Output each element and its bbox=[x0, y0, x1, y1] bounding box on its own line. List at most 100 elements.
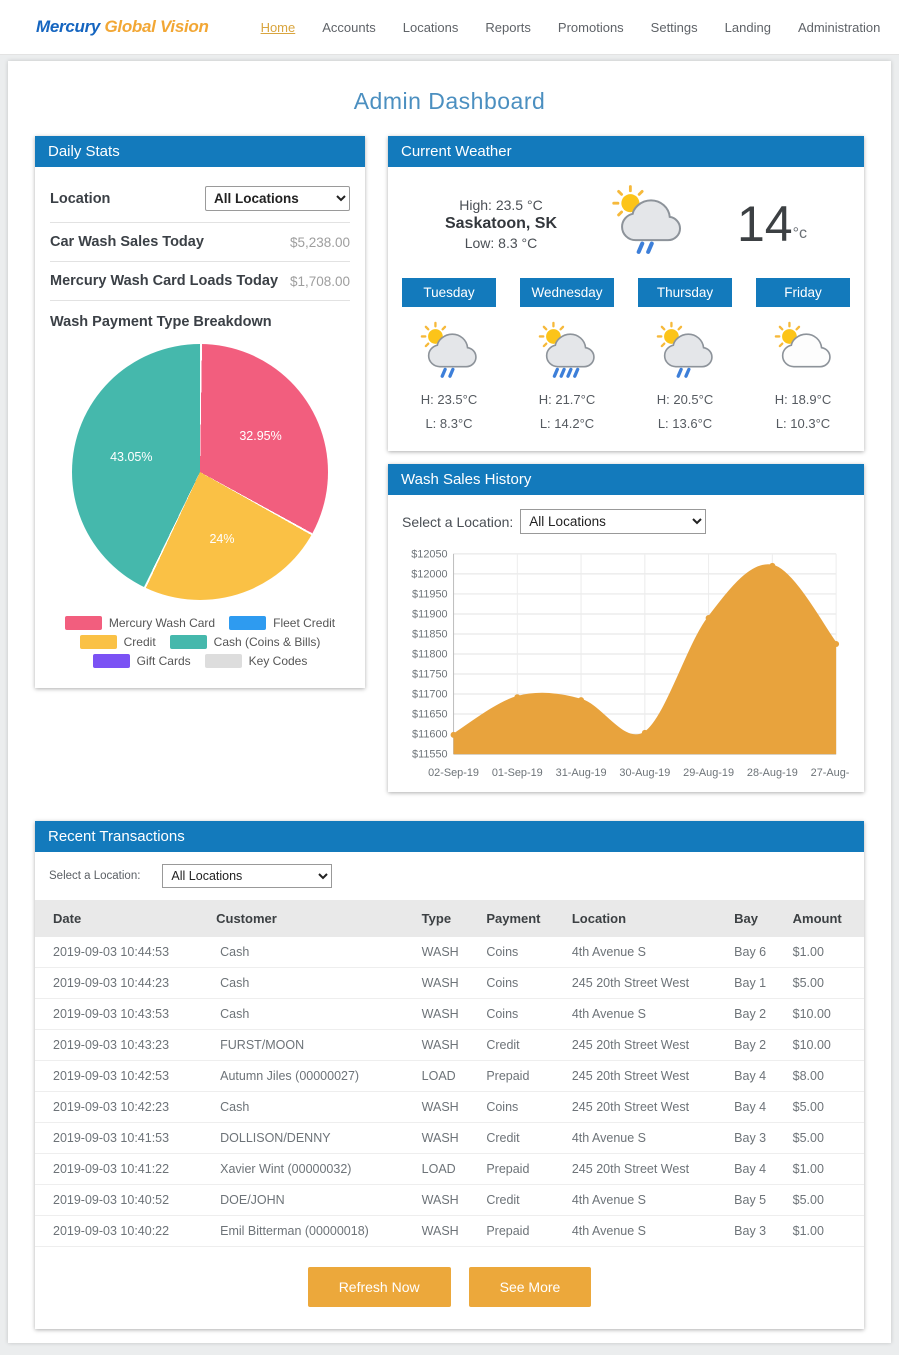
table-cell: $5.00 bbox=[785, 1122, 864, 1153]
table-row: 2019-09-03 10:41:22Xavier Wint (00000032… bbox=[35, 1153, 864, 1184]
table-cell: $10.00 bbox=[785, 1029, 864, 1060]
see-more-button[interactable]: See More bbox=[469, 1267, 592, 1307]
weather-city: Saskatoon, SK bbox=[445, 215, 557, 233]
table-cell: Bay 4 bbox=[726, 1060, 784, 1091]
table-cell: LOAD bbox=[414, 1060, 479, 1091]
table-cell: 245 20th Street West bbox=[564, 1029, 726, 1060]
table-cell: 245 20th Street West bbox=[564, 967, 726, 998]
nav-item-home[interactable]: Home bbox=[261, 20, 296, 35]
legend-label: Fleet Credit bbox=[273, 616, 335, 630]
wash-sales-select-label: Select a Location: bbox=[402, 514, 513, 530]
current-temperature: 14 °c bbox=[737, 199, 807, 249]
weather-high: High: 23.5 °C bbox=[445, 197, 557, 213]
forecast-low: L: 8.3°C bbox=[402, 416, 496, 431]
table-cell: $1.00 bbox=[785, 1215, 864, 1246]
brand-logo[interactable]: Mercury Global Vision bbox=[36, 17, 209, 37]
legend-item: Credit bbox=[80, 635, 156, 649]
table-cell: WASH bbox=[414, 937, 479, 968]
svg-text:$11850: $11850 bbox=[412, 628, 448, 640]
svg-text:$12000: $12000 bbox=[411, 568, 447, 580]
legend-swatch bbox=[93, 654, 130, 668]
sun-cloud-rain-heavy-icon bbox=[520, 319, 614, 383]
transactions-select-label: Select a Location: bbox=[49, 870, 140, 882]
nav-item-reports[interactable]: Reports bbox=[485, 20, 531, 35]
table-cell: 2019-09-03 10:42:53 bbox=[35, 1060, 208, 1091]
table-cell: WASH bbox=[414, 998, 479, 1029]
forecast-low: L: 14.2°C bbox=[520, 416, 614, 431]
payment-breakdown-pie-chart: 32.95%24%43.05% bbox=[72, 344, 328, 600]
table-cell: Autumn Jiles (00000027) bbox=[208, 1060, 414, 1091]
forecast-day-button-thursday[interactable]: Thursday bbox=[638, 278, 732, 307]
nav-item-settings[interactable]: Settings bbox=[651, 20, 698, 35]
column-header-payment: Payment bbox=[478, 900, 564, 937]
svg-text:02-Sep-19: 02-Sep-19 bbox=[428, 767, 479, 779]
daily-stats-location-select[interactable]: All Locations bbox=[205, 186, 350, 211]
table-cell: Bay 5 bbox=[726, 1184, 784, 1215]
table-cell: 4th Avenue S bbox=[564, 1215, 726, 1246]
table-cell: Credit bbox=[478, 1184, 564, 1215]
legend-label: Gift Cards bbox=[137, 654, 191, 668]
table-cell: 2019-09-03 10:43:53 bbox=[35, 998, 208, 1029]
table-cell: Coins bbox=[478, 1091, 564, 1122]
nav-item-administration[interactable]: Administration bbox=[798, 20, 880, 35]
table-cell: Prepaid bbox=[478, 1215, 564, 1246]
pie-graphic bbox=[72, 344, 328, 600]
table-row: 2019-09-03 10:43:23FURST/MOONWASHCredit2… bbox=[35, 1029, 864, 1060]
refresh-now-button[interactable]: Refresh Now bbox=[308, 1267, 451, 1307]
table-cell: Bay 2 bbox=[726, 1029, 784, 1060]
table-cell: 245 20th Street West bbox=[564, 1153, 726, 1184]
table-cell: WASH bbox=[414, 1029, 479, 1060]
table-cell: Coins bbox=[478, 998, 564, 1029]
breakdown-title: Wash Payment Type Breakdown bbox=[50, 301, 350, 334]
forecast-day-button-tuesday[interactable]: Tuesday bbox=[402, 278, 496, 307]
legend-item: Gift Cards bbox=[93, 654, 191, 668]
forecast-low: L: 10.3°C bbox=[756, 416, 850, 431]
legend-swatch bbox=[65, 616, 102, 630]
svg-text:$11900: $11900 bbox=[412, 608, 448, 620]
legend-label: Credit bbox=[124, 635, 156, 649]
legend-swatch bbox=[229, 616, 266, 630]
table-cell: $5.00 bbox=[785, 1091, 864, 1122]
table-cell: $1.00 bbox=[785, 937, 864, 968]
table-row: 2019-09-03 10:44:53CashWASHCoins4th Aven… bbox=[35, 937, 864, 968]
current-temp-value: 14 bbox=[737, 199, 793, 249]
pie-slice-label: 32.95% bbox=[239, 429, 281, 443]
legend-label: Cash (Coins & Bills) bbox=[214, 635, 321, 649]
table-cell: Bay 1 bbox=[726, 967, 784, 998]
table-cell: 2019-09-03 10:43:23 bbox=[35, 1029, 208, 1060]
legend-label: Key Codes bbox=[249, 654, 308, 668]
recent-transactions-panel: Recent Transactions Select a Location: A… bbox=[35, 821, 864, 1329]
table-cell: Cash bbox=[208, 937, 414, 968]
sun-cloud-rain-light-icon bbox=[402, 319, 496, 383]
sun-cloud-rain-light-icon bbox=[638, 319, 732, 383]
stat-value: $5,238.00 bbox=[290, 235, 350, 250]
column-header-type: Type bbox=[414, 900, 479, 937]
forecast-day-button-wednesday[interactable]: Wednesday bbox=[520, 278, 614, 307]
forecast-high: H: 18.9°C bbox=[756, 392, 850, 407]
table-cell: Credit bbox=[478, 1122, 564, 1153]
table-cell: DOLLISON/DENNY bbox=[208, 1122, 414, 1153]
table-cell: Emil Bitterman (00000018) bbox=[208, 1215, 414, 1246]
nav-item-promotions[interactable]: Promotions bbox=[558, 20, 624, 35]
nav-item-landing[interactable]: Landing bbox=[725, 20, 771, 35]
table-cell: Credit bbox=[478, 1029, 564, 1060]
forecast-day-button-friday[interactable]: Friday bbox=[756, 278, 850, 307]
wash-sales-location-select[interactable]: All Locations bbox=[520, 509, 706, 534]
table-cell: $1.00 bbox=[785, 1153, 864, 1184]
forecast-low: L: 13.6°C bbox=[638, 416, 732, 431]
table-cell: 2019-09-03 10:44:23 bbox=[35, 967, 208, 998]
pie-slice-label: 43.05% bbox=[110, 450, 152, 464]
table-row: 2019-09-03 10:42:53Autumn Jiles (0000002… bbox=[35, 1060, 864, 1091]
table-cell: LOAD bbox=[414, 1153, 479, 1184]
table-cell: $8.00 bbox=[785, 1060, 864, 1091]
svg-text:$11550: $11550 bbox=[412, 749, 448, 761]
nav-item-accounts[interactable]: Accounts bbox=[322, 20, 375, 35]
daily-stats-header: Daily Stats bbox=[35, 136, 365, 167]
nav-item-locations[interactable]: Locations bbox=[403, 20, 459, 35]
transactions-location-select[interactable]: All Locations bbox=[162, 864, 332, 888]
table-row: 2019-09-03 10:43:53CashWASHCoins4th Aven… bbox=[35, 998, 864, 1029]
stat-label: Car Wash Sales Today bbox=[50, 234, 204, 250]
table-cell: 2019-09-03 10:42:23 bbox=[35, 1091, 208, 1122]
column-header-date: Date bbox=[35, 900, 208, 937]
main-content: Admin Dashboard Daily Stats Location All… bbox=[8, 61, 891, 1343]
